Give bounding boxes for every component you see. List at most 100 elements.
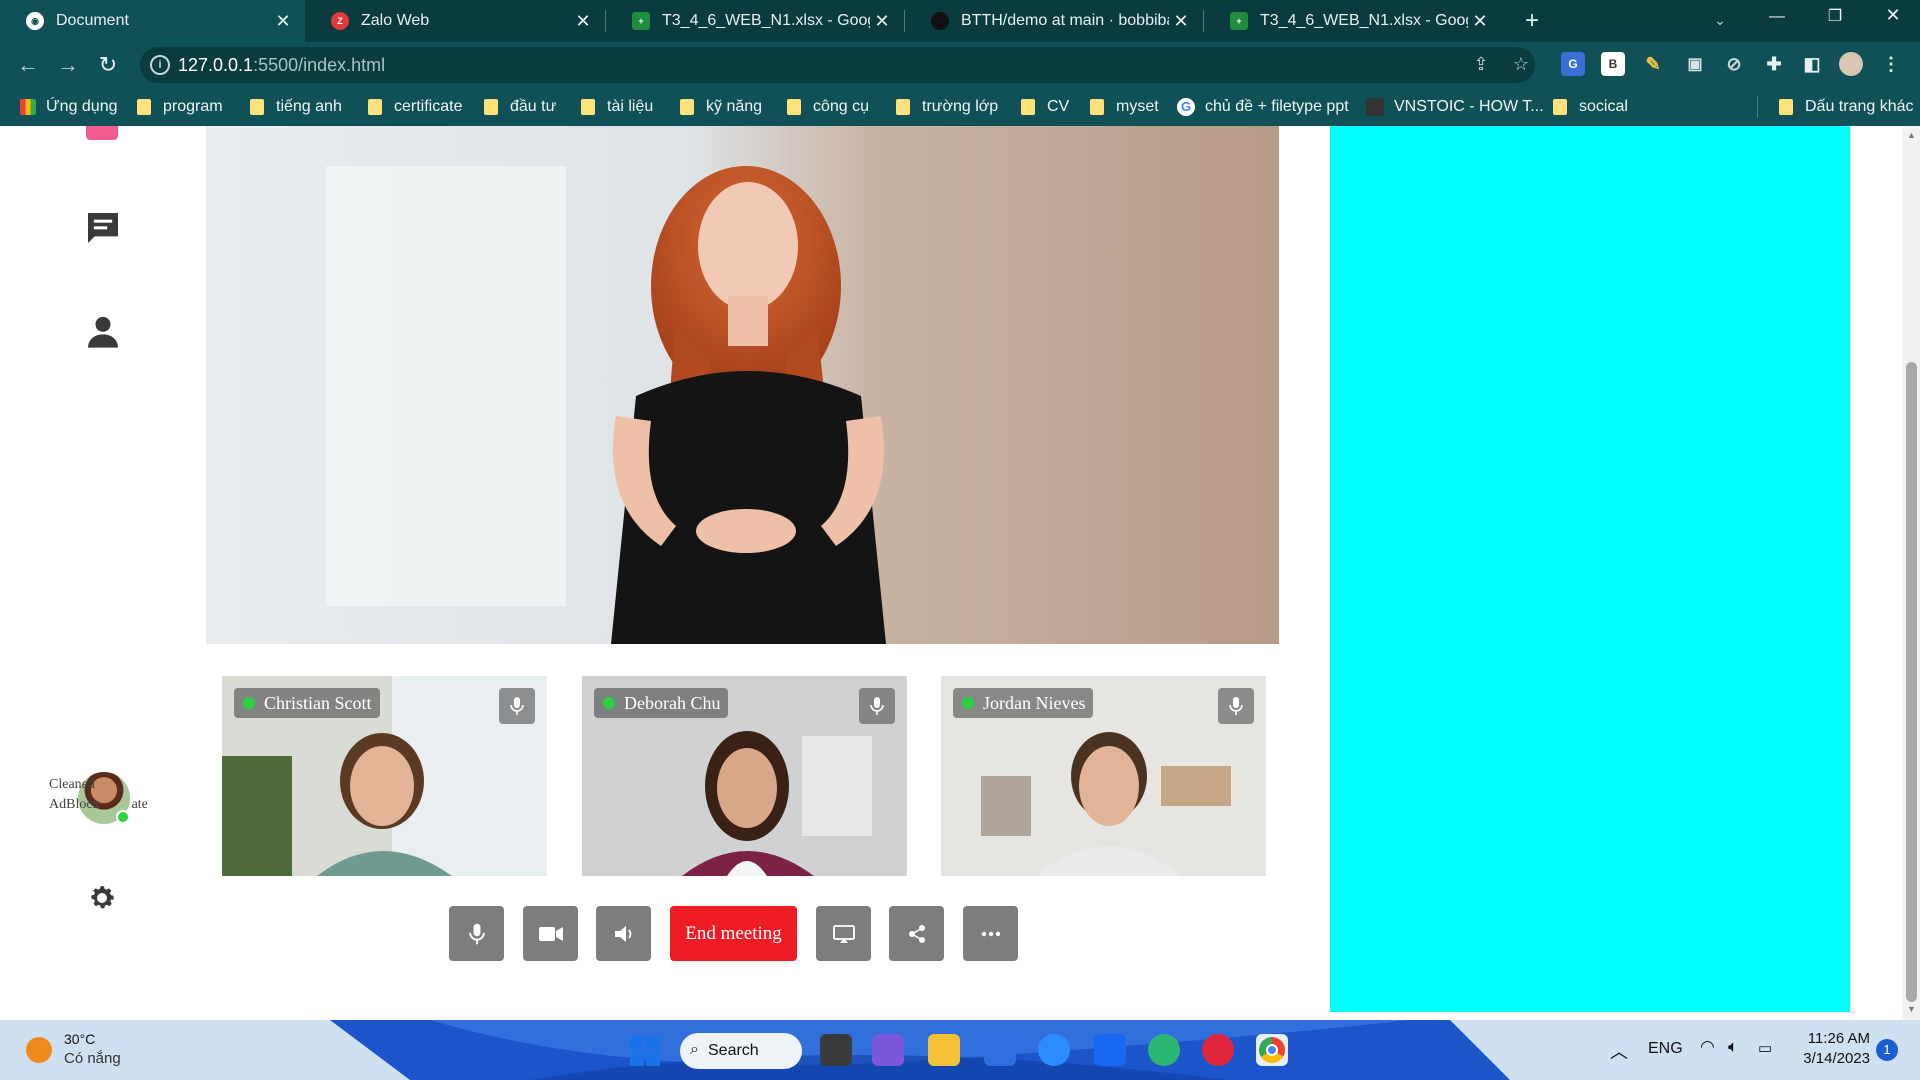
bookmark-chu-de[interactable]: G chủ đề + filetype ppt — [1177, 96, 1349, 118]
side-panel-icon[interactable]: ◧ — [1800, 52, 1824, 76]
bookmark-certificate[interactable]: certificate — [368, 96, 462, 118]
minimize-button[interactable]: — — [1762, 8, 1792, 32]
share-button[interactable] — [889, 906, 944, 961]
bookmark-program[interactable]: program — [137, 96, 223, 118]
url-path: :5500/index.html — [253, 55, 386, 75]
close-window-button[interactable]: ✕ — [1878, 5, 1908, 29]
end-meeting-button[interactable]: End meeting — [670, 906, 797, 961]
bookmark-truong-lop[interactable]: trường lớp — [896, 96, 998, 118]
address-bar[interactable]: i 127.0.0.1:5500/index.html — [140, 47, 1535, 83]
participant-tile[interactable]: Jordan Nieves — [941, 676, 1266, 876]
weather-sun-icon[interactable] — [26, 1037, 52, 1063]
extension-b-icon[interactable]: B — [1601, 52, 1625, 76]
microphone-icon — [1229, 697, 1243, 715]
bookmark-label: chủ đề + filetype ppt — [1205, 98, 1349, 115]
user-icon[interactable] — [83, 311, 123, 351]
bookmark-myset[interactable]: myset — [1090, 96, 1159, 118]
participant-tile[interactable]: Deborah Chu — [582, 676, 907, 876]
extension-off-icon[interactable]: ▣ — [1683, 52, 1707, 76]
video-camera-icon[interactable] — [86, 126, 118, 140]
restore-button[interactable]: ❐ — [1820, 6, 1850, 30]
search-label: Search — [708, 1042, 759, 1059]
speaker-button[interactable] — [596, 906, 651, 961]
input-language[interactable]: ENG — [1648, 1040, 1683, 1058]
online-status-dot — [243, 697, 255, 709]
opera-icon[interactable] — [1202, 1034, 1234, 1066]
clock-time[interactable]: 11:26 AM — [1790, 1030, 1870, 1047]
close-icon[interactable]: ✕ — [271, 11, 295, 32]
tab-github[interactable]: BTTH/demo at main · bobbibao/l ✕ — [905, 0, 1203, 42]
zalo-icon[interactable] — [1094, 1034, 1126, 1066]
forward-button[interactable]: → — [52, 49, 84, 81]
gear-icon[interactable] — [87, 883, 117, 913]
bookmark-cv[interactable]: CV — [1021, 96, 1069, 118]
chat-icon[interactable] — [83, 208, 123, 248]
task-view-icon[interactable] — [820, 1034, 852, 1066]
zoom-icon[interactable] — [1038, 1034, 1070, 1066]
battery-icon[interactable]: ▭ — [1758, 1039, 1772, 1057]
windows-start-icon[interactable] — [630, 1036, 660, 1066]
bookmark-other[interactable]: Dấu trang khác — [1779, 96, 1914, 118]
url-host: 127.0.0.1 — [178, 55, 254, 75]
site-info-icon[interactable]: i — [150, 55, 170, 75]
participant-mic-button[interactable] — [859, 688, 895, 724]
close-icon[interactable]: ✕ — [1169, 11, 1193, 32]
sheets-icon: + — [632, 12, 650, 30]
avatar-alt-text: Cleaned AdBlock ate — [49, 775, 148, 815]
tab-sheets-1[interactable]: + T3_4_6_WEB_N1.xlsx - Google Tra ✕ — [606, 0, 904, 42]
weather-temperature[interactable]: 30°C — [64, 1031, 95, 1047]
new-tab-button[interactable]: + — [1518, 7, 1546, 35]
mute-mic-button[interactable] — [449, 906, 504, 961]
scrollbar-thumb[interactable] — [1906, 362, 1917, 1002]
bookmark-cong-cu[interactable]: công cụ — [787, 96, 869, 118]
edge-icon[interactable] — [1148, 1034, 1180, 1066]
close-icon[interactable]: ✕ — [1468, 11, 1492, 32]
bookmark-tieng-anh[interactable]: tiếng anh — [250, 96, 342, 118]
profile-avatar-icon[interactable] — [1839, 52, 1863, 76]
bookmark-label: program — [163, 98, 223, 115]
participant-tile[interactable]: Christian Scott — [222, 676, 547, 876]
share-icon — [908, 924, 925, 943]
menu-kebab-icon[interactable]: ⋮ — [1879, 52, 1903, 76]
extensions-puzzle-icon[interactable]: ✚ — [1762, 52, 1786, 76]
close-icon[interactable]: ✕ — [571, 11, 595, 32]
more-options-button[interactable] — [963, 906, 1018, 961]
taskbar-search[interactable]: ⌕ Search — [680, 1033, 802, 1069]
bookmark-vnstoic[interactable]: VNSTOIC - HOW T... — [1366, 96, 1544, 118]
bookmark-apps[interactable]: Ứng dụng — [20, 96, 118, 118]
weather-condition[interactable]: Có nắng — [64, 1050, 121, 1067]
bookmark-socical[interactable]: socical — [1553, 96, 1628, 118]
participant-mic-button[interactable] — [499, 688, 535, 724]
teams-meet-icon[interactable] — [872, 1034, 904, 1066]
file-explorer-icon[interactable] — [928, 1034, 960, 1066]
tab-document[interactable]: ◉ Document ✕ — [0, 0, 305, 42]
compass-icon[interactable]: ⊘ — [1722, 52, 1746, 76]
back-button[interactable]: ← — [12, 49, 44, 81]
tray-overflow-icon[interactable]: ︿ — [1610, 1038, 1628, 1064]
participant-mic-button[interactable] — [1218, 688, 1254, 724]
tab-sheets-2[interactable]: + T3_4_6_WEB_N1.xlsx - Google Tra ✕ — [1204, 0, 1502, 42]
volume-icon[interactable]: 🔈︎ — [1728, 1037, 1738, 1057]
scroll-up-arrow-icon[interactable]: ▲ — [1905, 130, 1918, 142]
reload-button[interactable]: ↻ — [92, 49, 124, 81]
screen-share-button[interactable] — [816, 906, 871, 961]
wifi-icon[interactable]: ◠ — [1700, 1037, 1715, 1057]
translate-icon[interactable]: G — [1561, 52, 1585, 76]
bookmark-tai-lieu[interactable]: tài liệu — [581, 96, 653, 118]
folder-icon — [1090, 99, 1104, 115]
vscode-icon[interactable] — [984, 1034, 1016, 1066]
camera-toggle-button[interactable] — [523, 906, 578, 961]
star-icon[interactable]: ☆ — [1510, 54, 1532, 76]
tab-zalo[interactable]: Z Zalo Web ✕ — [305, 0, 605, 42]
chrome-icon[interactable] — [1256, 1034, 1288, 1066]
bookmark-ky-nang[interactable]: kỹ năng — [680, 96, 762, 118]
share-icon[interactable]: ⇪ — [1470, 54, 1492, 76]
clock-date[interactable]: 3/14/2023 — [1790, 1050, 1870, 1067]
bookmark-label: myset — [1116, 98, 1159, 115]
notification-badge[interactable]: 1 — [1876, 1039, 1898, 1061]
close-icon[interactable]: ✕ — [870, 11, 894, 32]
bookmark-dau-tu[interactable]: đầu tư — [484, 96, 556, 118]
tab-search-icon[interactable]: ⌄ — [1708, 8, 1732, 32]
pen-icon[interactable]: ✎ — [1641, 52, 1665, 76]
scroll-down-arrow-icon[interactable]: ▼ — [1905, 1004, 1918, 1016]
